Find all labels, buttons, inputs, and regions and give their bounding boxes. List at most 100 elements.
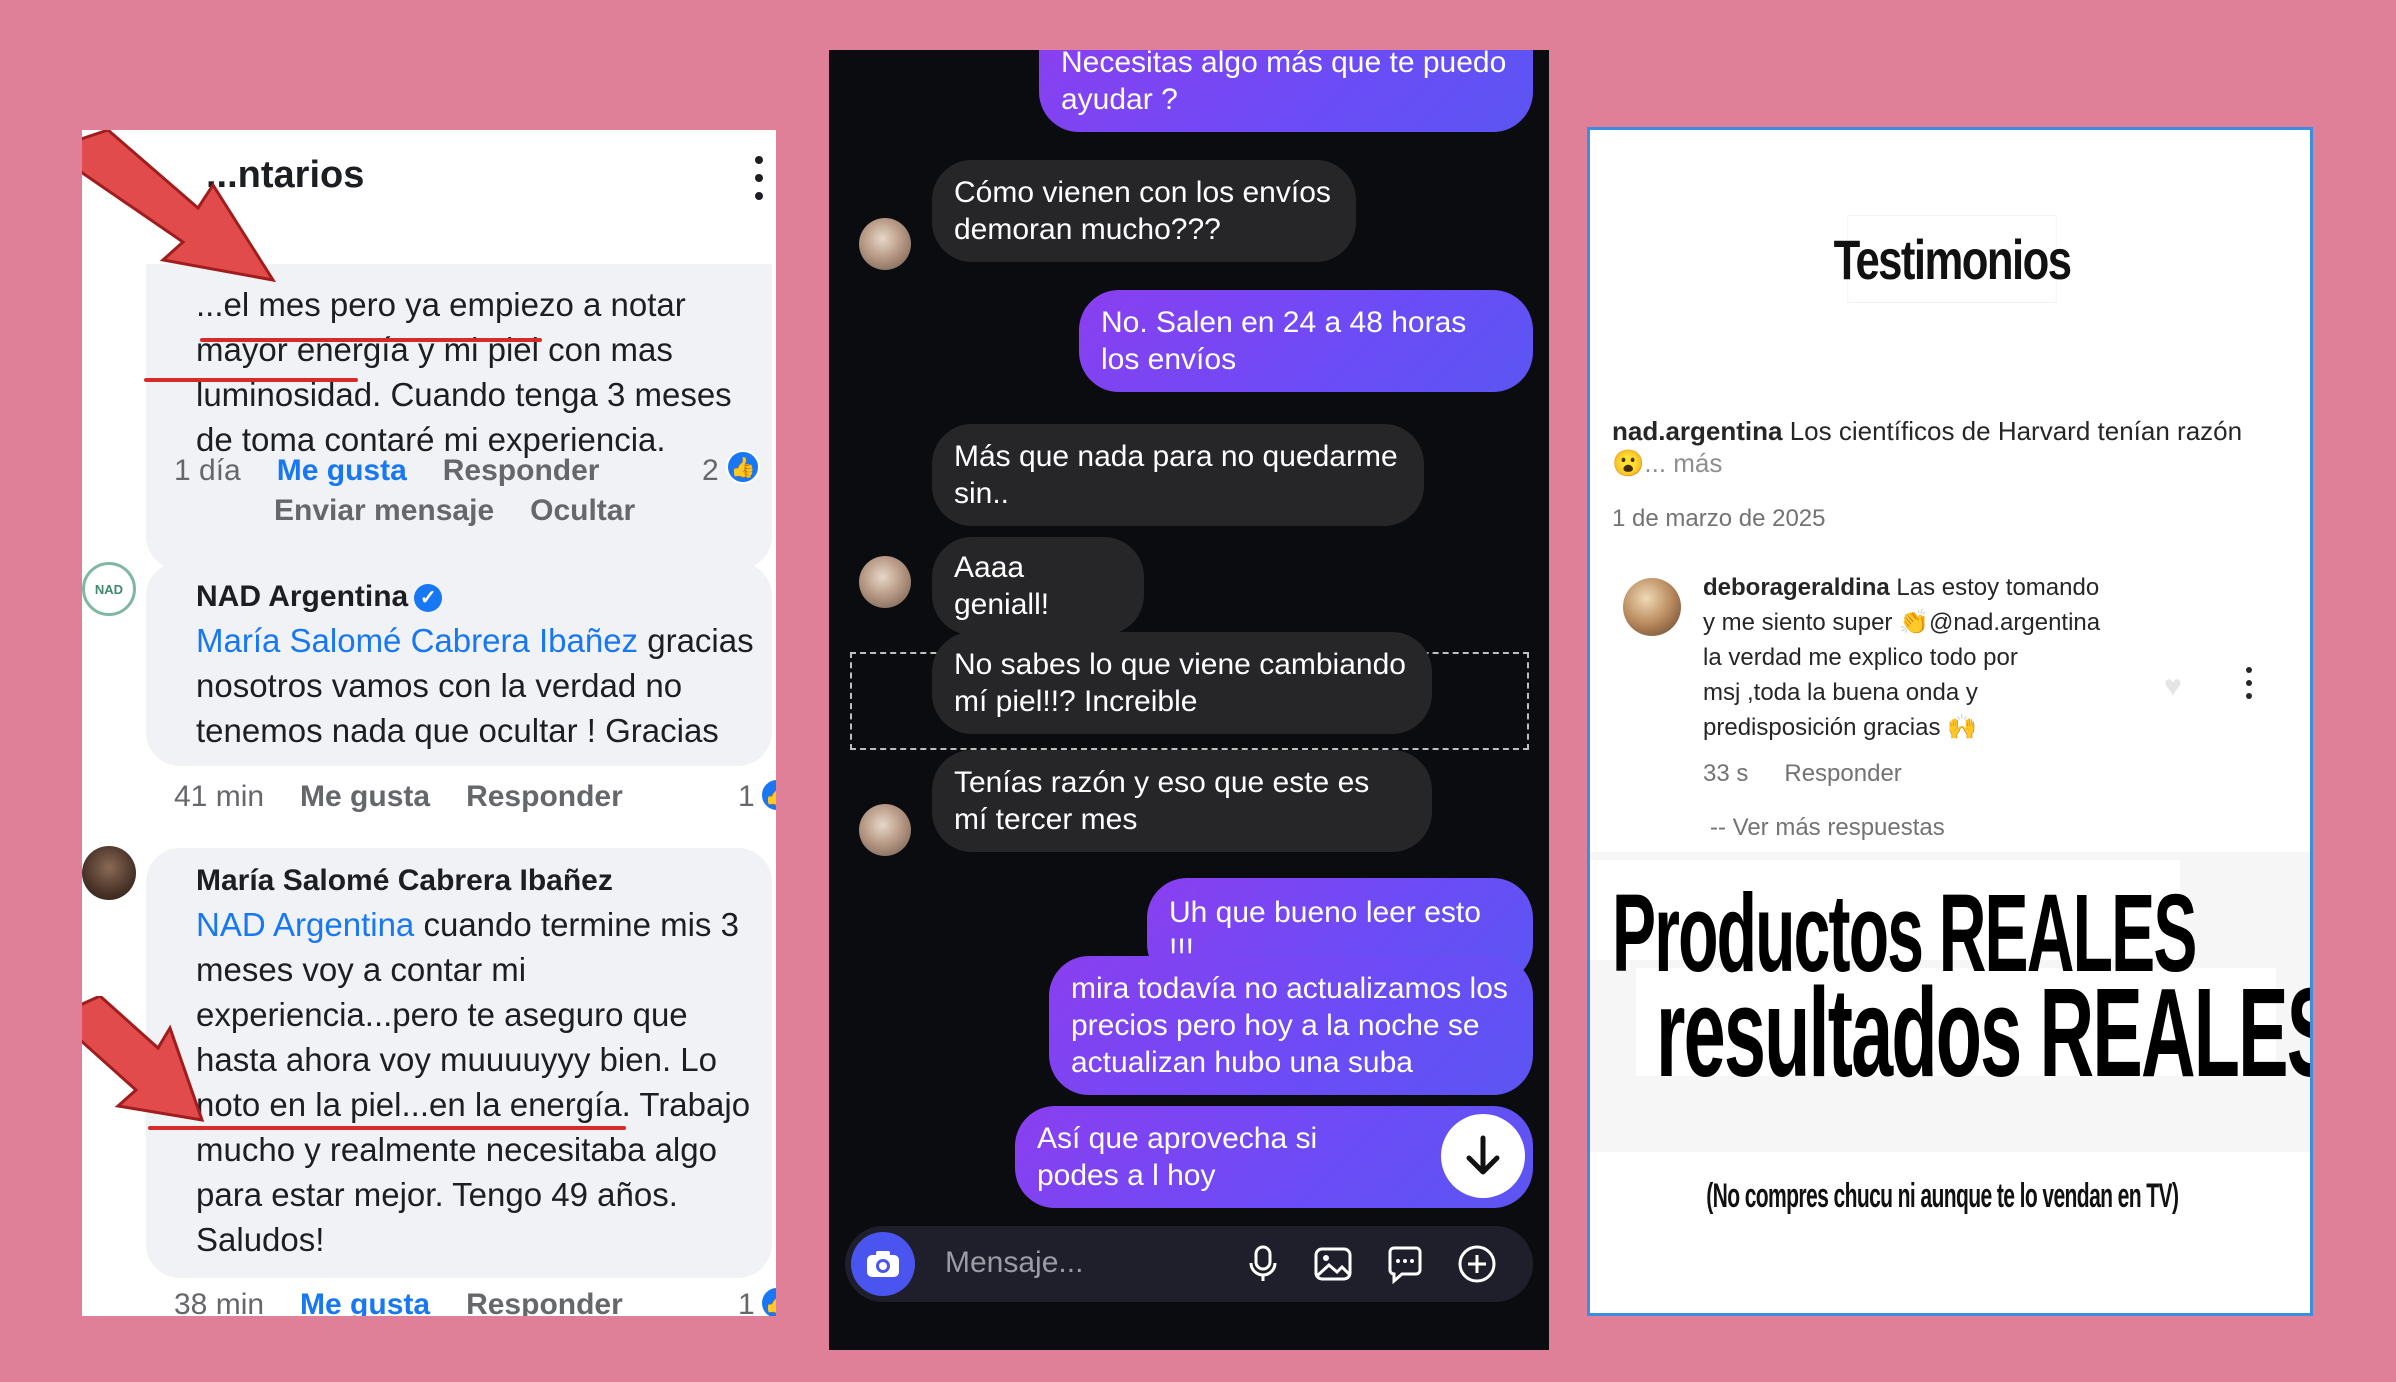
facebook-comments-panel: ...ntarios ...el mes pero ya empiezo a n… xyxy=(82,130,776,1316)
caption-text: Los científicos de Harvard tenían razón xyxy=(1782,416,2243,446)
outgoing-message: No. Salen en 24 a 48 horas los envíos xyxy=(1079,290,1533,392)
like-button[interactable]: Me gusta xyxy=(277,454,407,488)
more-options-icon[interactable] xyxy=(2244,667,2254,699)
comment-line: noto en la piel...en la energía. Trabajo xyxy=(196,1086,751,1123)
comment-author[interactable]: María Salomé Cabrera Ibañez xyxy=(196,864,766,898)
comment-2-actions: 41 min Me gusta Responder xyxy=(174,780,659,814)
highlight-underline xyxy=(200,338,542,342)
outgoing-message: Necesitas algo más que te puedo ayudar ? xyxy=(1039,50,1533,132)
comment-line: y me siento super 👏@nad.argentina xyxy=(1703,609,2101,636)
more-options-icon[interactable] xyxy=(750,156,768,200)
mention-link[interactable]: María Salomé Cabrera Ibañez xyxy=(196,622,638,659)
post-date: 1 de marzo de 2025 xyxy=(1612,505,1826,532)
testimonials-panel: Testimonios nad.argentina Los científico… xyxy=(1587,127,2313,1316)
like-button[interactable]: Me gusta xyxy=(300,780,430,814)
outgoing-message: mira todavía no actualizamos los precios… xyxy=(1049,956,1533,1095)
gallery-icon[interactable] xyxy=(1313,1244,1353,1284)
comment-line: deborageraldina Las estoy tomando xyxy=(1703,570,2143,605)
testimonials-title: Testimonios xyxy=(1834,216,2072,302)
camera-icon xyxy=(867,1251,899,1277)
contact-avatar[interactable] xyxy=(859,556,911,608)
avatar xyxy=(82,846,136,900)
comment-text: Las estoy tomando xyxy=(1889,574,2100,601)
comment-line: predisposición gracias 🙌 xyxy=(1703,714,1978,741)
incoming-message: Más que nada para no quedarme sin.. xyxy=(932,424,1424,526)
comment-line: para estar mejor. Tengo 49 años. xyxy=(196,1176,678,1213)
verified-badge-icon: ✓ xyxy=(414,584,443,613)
send-message-button[interactable]: Enviar mensaje xyxy=(274,494,494,528)
reply-button[interactable]: Responder xyxy=(1784,760,1901,787)
post-caption: nad.argentina Los científicos de Harvard… xyxy=(1612,415,2292,479)
comment-line: María Salomé Cabrera Ibañez gracias xyxy=(196,618,766,663)
comment-line: mucho y realmente necesitaba algo xyxy=(196,1131,717,1168)
scroll-down-button[interactable] xyxy=(1441,1114,1525,1198)
comment-line: nosotros vamos con la verdad no xyxy=(196,667,683,704)
message-composer: Mensaje... xyxy=(845,1226,1533,1302)
caption-emoji: 😮 xyxy=(1612,448,1645,478)
comment-line: msj ,toda la buena onda y xyxy=(1703,679,1978,706)
comment-time: 1 día xyxy=(174,454,241,487)
comment-line: hasta ahora voy muuuuyyy bien. Lo xyxy=(196,1041,717,1078)
like-reaction-icon: 👍 xyxy=(726,450,760,484)
red-arrow-icon xyxy=(82,130,277,283)
comment-text: gracias xyxy=(638,622,754,659)
comment-bubble-3: María Salomé Cabrera Ibañez NAD Argentin… xyxy=(146,848,772,1278)
mention-link[interactable]: NAD Argentina xyxy=(196,906,414,943)
incoming-message: Aaaa geniall! xyxy=(932,537,1144,635)
comment-time: 41 min xyxy=(174,780,265,813)
camera-button[interactable] xyxy=(851,1232,915,1296)
instagram-dm-panel: Necesitas algo más que te puedo ayudar ?… xyxy=(829,50,1549,1350)
reaction-count: 1 xyxy=(738,780,755,813)
highlight-underline xyxy=(144,378,358,382)
commenter-avatar[interactable] xyxy=(1623,578,1681,636)
reply-button[interactable]: Responder xyxy=(466,1288,623,1316)
incoming-message: Cómo vienen con los envíos demoran mucho… xyxy=(932,160,1356,262)
comment-time: 33 s xyxy=(1703,760,1749,787)
comment-author[interactable]: NAD Argentina xyxy=(196,580,408,613)
like-reaction-icon: 👍 xyxy=(760,778,776,812)
comment-username[interactable]: deborageraldina xyxy=(1703,574,1890,601)
reply-button[interactable]: Responder xyxy=(443,454,600,488)
heart-icon[interactable]: ♥ xyxy=(2164,670,2182,704)
highlight-underline xyxy=(148,1126,626,1130)
comment-line: NAD Argentina cuando termine mis 3 xyxy=(196,902,766,947)
comment-line: experiencia...pero te aseguro que xyxy=(196,996,688,1033)
incoming-message: No sabes lo que viene cambiando mí piel!… xyxy=(932,632,1432,734)
microphone-icon[interactable] xyxy=(1243,1244,1283,1284)
comment-time: 38 min xyxy=(174,1288,265,1316)
comment-1-actions-row2: Enviar mensaje Ocultar xyxy=(274,494,671,528)
comment-line: la verdad me explico todo por xyxy=(1703,644,2018,671)
comment-text: cuando termine mis 3 xyxy=(414,906,739,943)
hide-button[interactable]: Ocultar xyxy=(530,494,635,528)
comment-line: mayor energía y mi piel con mas xyxy=(196,331,673,368)
comment-line: tenemos nada que ocultar ! Gracias xyxy=(196,712,719,749)
caption-username[interactable]: nad.argentina xyxy=(1612,416,1782,446)
comment-actions: 33 s Responder xyxy=(1703,760,1938,788)
reaction-count: 1 xyxy=(738,1288,755,1316)
contact-avatar[interactable] xyxy=(859,804,911,856)
avatar: NAD xyxy=(82,562,136,616)
comment-line: Saludos! xyxy=(196,1221,325,1258)
banner-line-2: resultados REALES xyxy=(1656,962,2313,1103)
like-button[interactable]: Me gusta xyxy=(300,1288,430,1316)
avatar-label: NAD xyxy=(94,581,124,597)
view-more-replies[interactable]: -- Ver más respuestas xyxy=(1710,814,1945,842)
comment-3-actions: 38 min Me gusta Responder xyxy=(174,1288,659,1316)
incoming-message: Tenías razón y eso que este es mí tercer… xyxy=(932,750,1432,852)
message-input[interactable]: Mensaje... xyxy=(945,1246,1083,1280)
red-arrow-icon xyxy=(82,996,205,1122)
ig-comment: deborageraldina Las estoy tomando y me s… xyxy=(1703,570,2143,745)
more-link[interactable]: ... más xyxy=(1644,448,1722,478)
arrow-down-icon xyxy=(1466,1135,1500,1175)
comment-line: meses voy a contar mi xyxy=(196,951,527,988)
comment-1-actions: 1 día Me gusta Responder xyxy=(174,454,635,488)
contact-avatar[interactable] xyxy=(859,218,911,270)
reply-button[interactable]: Responder xyxy=(466,780,623,814)
comment-author-row: NAD Argentina ✓ xyxy=(196,580,766,614)
add-icon[interactable] xyxy=(1457,1244,1497,1284)
like-reaction-icon: 👍 xyxy=(760,1286,776,1316)
reaction-count: 2 xyxy=(702,454,719,487)
disclaimer-text: (No compres chucu ni aunque te lo vendan… xyxy=(1706,1177,2179,1215)
sticker-icon[interactable] xyxy=(1385,1244,1425,1284)
comment-bubble-2: NAD Argentina ✓ María Salomé Cabrera Ibañ… xyxy=(146,562,772,766)
